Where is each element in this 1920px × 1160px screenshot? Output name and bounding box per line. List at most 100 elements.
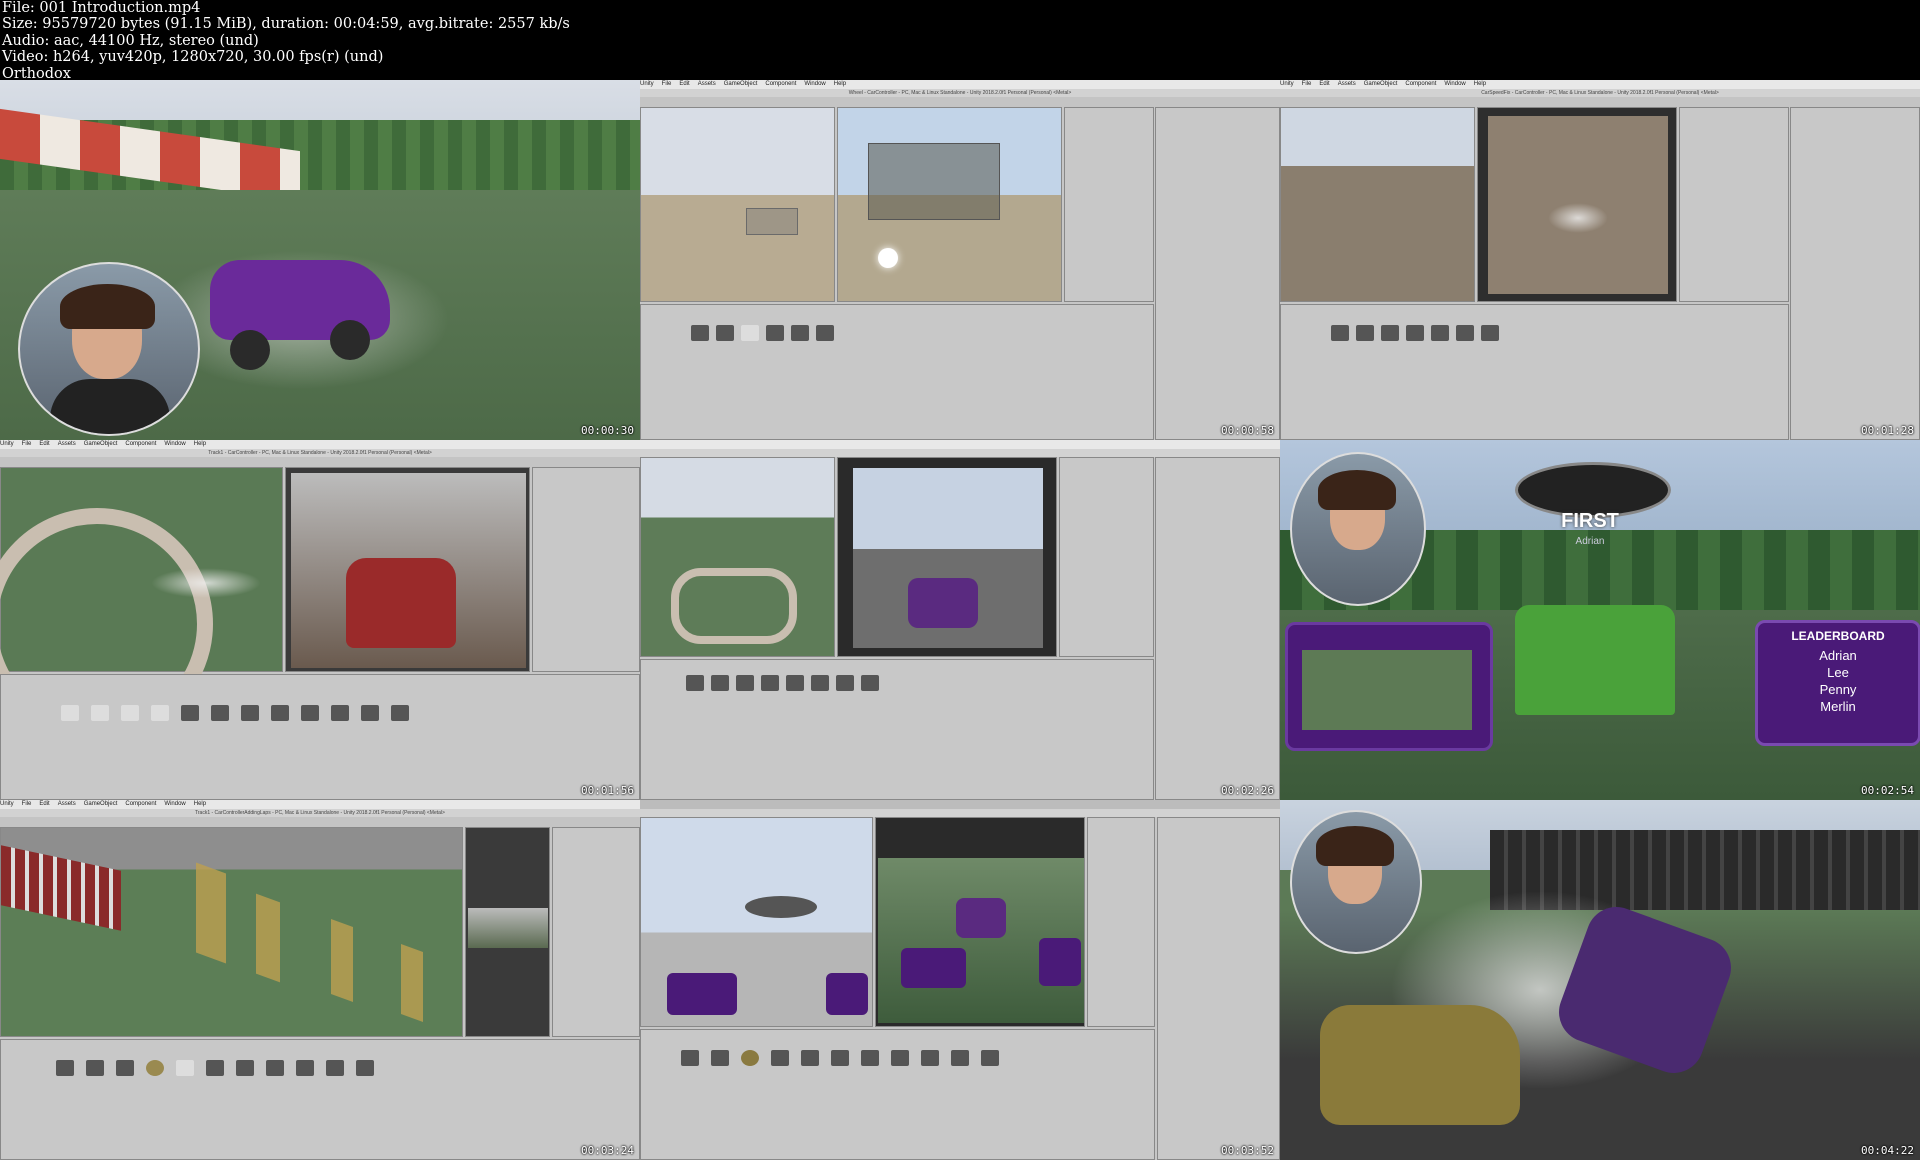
menu-help[interactable]: Help [194, 441, 206, 447]
hierarchy-panel[interactable] [1059, 457, 1154, 657]
asset-thumb[interactable] [891, 1050, 909, 1066]
asset-thumb[interactable] [151, 705, 169, 721]
thumbnail-3[interactable]: Unity File Edit Assets GameObject Component Wi… [1280, 80, 1920, 440]
menu-unity[interactable]: Unity [0, 801, 14, 807]
asset-thumb[interactable] [771, 1050, 789, 1066]
project-panel[interactable] [0, 674, 640, 800]
menu-unity[interactable]: Unity [1280, 81, 1294, 87]
asset-thumb[interactable] [1431, 325, 1449, 341]
scene-view[interactable] [640, 107, 835, 302]
asset-thumb[interactable] [801, 1050, 819, 1066]
menu-file[interactable]: File [1302, 81, 1312, 87]
thumbnail-7[interactable]: Unity File Edit Assets GameObject Component Wi… [0, 800, 640, 1160]
asset-thumb[interactable] [86, 1060, 104, 1076]
asset-thumb[interactable] [791, 325, 809, 341]
asset-thumb[interactable] [1406, 325, 1424, 341]
thumbnail-6[interactable]: FIRST Adrian LEADERBOARD Adrian Lee Penn… [1280, 440, 1920, 800]
asset-thumb[interactable] [236, 1060, 254, 1076]
asset-thumb[interactable] [861, 1050, 879, 1066]
asset-thumb[interactable] [711, 675, 729, 691]
menu-component[interactable]: Component [765, 81, 796, 87]
asset-thumb[interactable] [296, 1060, 314, 1076]
inspector-panel[interactable] [1155, 457, 1280, 800]
asset-thumb[interactable] [206, 1060, 224, 1076]
menu-file[interactable]: File [22, 801, 32, 807]
menu-gameobject[interactable]: GameObject [724, 81, 758, 87]
asset-thumb[interactable] [861, 675, 879, 691]
asset-thumb[interactable] [686, 675, 704, 691]
asset-thumb[interactable] [711, 1050, 729, 1066]
inspector-panel[interactable] [1155, 107, 1280, 440]
project-panel[interactable] [0, 1039, 640, 1160]
asset-thumb[interactable] [211, 705, 229, 721]
menu-help[interactable]: Help [834, 81, 846, 87]
scene-view[interactable] [0, 827, 463, 1037]
asset-thumb[interactable] [271, 705, 289, 721]
asset-thumb[interactable] [176, 1060, 194, 1076]
hierarchy-panel[interactable] [1087, 817, 1155, 1027]
hierarchy-panel[interactable] [1679, 107, 1789, 302]
asset-thumb[interactable] [56, 1060, 74, 1076]
asset-thumb[interactable] [241, 705, 259, 721]
project-panel[interactable] [640, 659, 1154, 800]
asset-thumb[interactable] [331, 705, 349, 721]
asset-thumb[interactable] [786, 675, 804, 691]
asset-thumb[interactable] [691, 325, 709, 341]
project-panel[interactable] [1280, 304, 1789, 440]
menu-component[interactable]: Component [125, 801, 156, 807]
menu-file[interactable]: File [22, 441, 32, 447]
menu-edit[interactable]: Edit [39, 801, 49, 807]
menu-window[interactable]: Window [1444, 81, 1465, 87]
game-view[interactable] [465, 827, 550, 1037]
menu-assets[interactable]: Assets [58, 441, 76, 447]
menu-assets[interactable]: Assets [1338, 81, 1356, 87]
asset-thumb[interactable] [121, 705, 139, 721]
menu-edit[interactable]: Edit [1319, 81, 1329, 87]
asset-thumb[interactable] [736, 675, 754, 691]
asset-thumb[interactable] [326, 1060, 344, 1076]
asset-thumb[interactable] [146, 1060, 164, 1076]
thumbnail-8[interactable]: 00:03:52 [640, 800, 1280, 1160]
hierarchy-panel[interactable] [532, 467, 640, 672]
menu-edit[interactable]: Edit [39, 441, 49, 447]
asset-thumb[interactable] [116, 1060, 134, 1076]
asset-thumb[interactable] [1381, 325, 1399, 341]
game-view[interactable] [875, 817, 1085, 1027]
menu-component[interactable]: Component [125, 441, 156, 447]
game-view[interactable] [285, 467, 530, 672]
asset-thumb[interactable] [61, 705, 79, 721]
menu-gameobject[interactable]: GameObject [84, 801, 118, 807]
asset-thumb[interactable] [836, 675, 854, 691]
thumbnail-1[interactable]: 00:00:30 [0, 80, 640, 440]
menu-help[interactable]: Help [194, 801, 206, 807]
asset-thumb[interactable] [831, 1050, 849, 1066]
game-view[interactable] [1477, 107, 1677, 302]
inspector-panel[interactable] [1790, 107, 1920, 440]
asset-thumb[interactable] [761, 675, 779, 691]
scene-view[interactable] [0, 467, 283, 740]
menu-component[interactable]: Component [1405, 81, 1436, 87]
asset-thumb[interactable] [741, 1050, 759, 1066]
asset-thumb[interactable] [356, 1060, 374, 1076]
asset-thumb[interactable] [766, 325, 784, 341]
game-view[interactable] [837, 457, 1057, 657]
scene-view[interactable] [640, 457, 835, 657]
menu-window[interactable]: Window [164, 801, 185, 807]
asset-thumb[interactable] [716, 325, 734, 341]
menu-unity[interactable]: Unity [0, 441, 14, 447]
thumbnail-4[interactable]: Unity File Edit Assets GameObject Component Wi… [0, 440, 640, 800]
menu-assets[interactable]: Assets [698, 81, 716, 87]
menu-unity[interactable]: Unity [640, 81, 654, 87]
thumbnail-9[interactable]: 00:04:22 [1280, 800, 1920, 1160]
asset-thumb[interactable] [91, 705, 109, 721]
asset-thumb[interactable] [681, 1050, 699, 1066]
menu-edit[interactable]: Edit [679, 81, 689, 87]
asset-thumb[interactable] [811, 675, 829, 691]
asset-thumb[interactable] [266, 1060, 284, 1076]
asset-thumb[interactable] [1456, 325, 1474, 341]
scene-view[interactable] [640, 817, 873, 1027]
asset-thumb[interactable] [181, 705, 199, 721]
asset-thumb[interactable] [361, 705, 379, 721]
asset-thumb[interactable] [391, 705, 409, 721]
project-panel[interactable] [640, 304, 1154, 440]
